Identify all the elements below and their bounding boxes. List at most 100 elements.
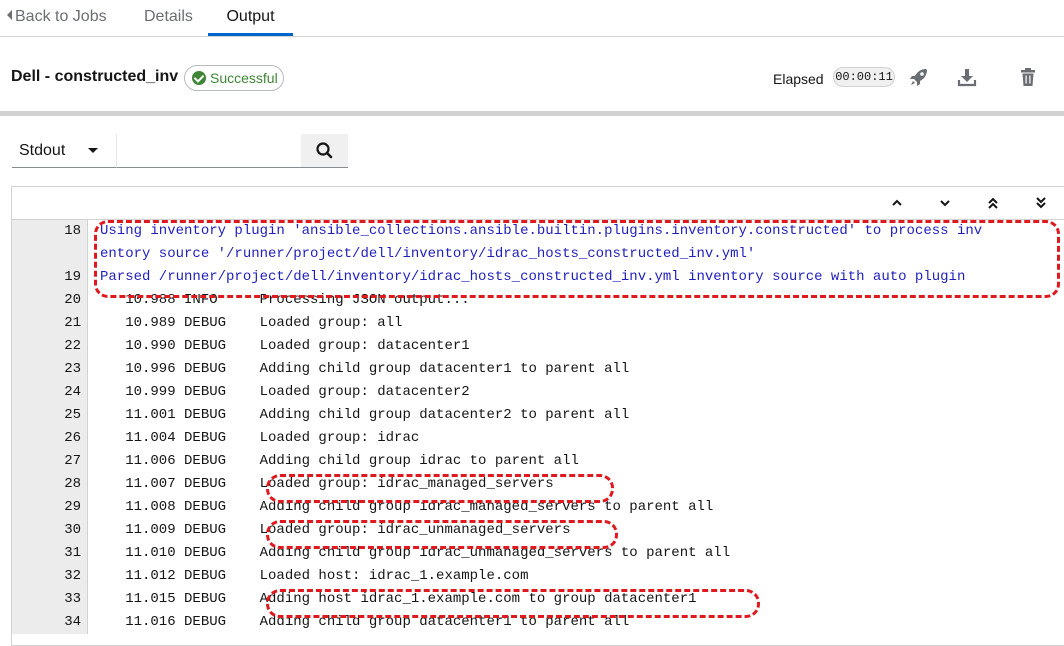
caret-left-icon <box>7 10 12 20</box>
line-text: 10.990 DEBUG Loaded group: datacenter1 <box>100 338 470 354</box>
line-gutter <box>12 243 88 266</box>
line-gutter: 22 <box>12 335 88 358</box>
status-label: Successful <box>210 70 278 86</box>
back-to-jobs-label: Back to Jobs <box>15 8 107 25</box>
line-gutter: 24 <box>12 381 88 404</box>
line-gutter: 31 <box>12 542 88 565</box>
line-number: 24 <box>64 384 81 400</box>
output-line: 28 11.007 DEBUG Loaded group: idrac_mana… <box>12 473 1064 496</box>
line-gutter: 20 <box>12 289 88 312</box>
line-number: 26 <box>64 430 81 446</box>
output-line: 18 Using inventory plugin 'ansible_collec… <box>12 220 1064 243</box>
line-gutter: 29 <box>12 496 88 519</box>
line-text: 11.001 DEBUG Adding child group datacent… <box>100 407 630 423</box>
output-line: entory source '/runner/project/dell/inve… <box>12 243 1064 266</box>
line-number: 18 <box>64 223 81 239</box>
line-gutter: 23 <box>12 358 88 381</box>
line-gutter: 33 <box>12 588 88 611</box>
line-gutter: 21 <box>12 312 88 335</box>
double-caret-up-icon[interactable] <box>982 193 1004 213</box>
output-line: 22 10.990 DEBUG Loaded group: datacenter… <box>12 335 1064 358</box>
caret-up-icon[interactable] <box>886 193 908 213</box>
line-number: 32 <box>64 568 81 584</box>
line-number: 25 <box>64 407 81 423</box>
line-gutter: 18 <box>12 220 88 243</box>
line-gutter: 26 <box>12 427 88 450</box>
output-line: 20 10.988 INFO Processing JSON output... <box>12 289 1064 312</box>
line-text: 11.006 DEBUG Adding child group idrac to… <box>100 453 579 469</box>
search-icon <box>316 142 333 159</box>
output-line: 24 10.999 DEBUG Loaded group: datacenter… <box>12 381 1064 404</box>
line-number: 20 <box>64 292 81 308</box>
line-text: Using inventory plugin 'ansible_collecti… <box>100 223 983 239</box>
tab-details[interactable]: Details <box>144 0 193 35</box>
chevron-down-icon <box>88 148 98 153</box>
output-line: 21 10.989 DEBUG Loaded group: all <box>12 312 1064 335</box>
line-gutter: 34 <box>12 611 88 634</box>
line-text: 11.009 DEBUG Loaded group: idrac_unmanag… <box>100 522 571 538</box>
line-gutter: 32 <box>12 565 88 588</box>
line-text: 11.010 DEBUG Adding child group idrac_un… <box>100 545 731 561</box>
output-line: 32 11.012 DEBUG Loaded host: idrac_1.exa… <box>12 565 1064 588</box>
line-text: Parsed /runner/project/dell/inventory/id… <box>100 269 966 285</box>
output-navigation <box>12 187 1064 220</box>
line-number: 22 <box>64 338 81 354</box>
job-output-panel: 18 Using inventory plugin 'ansible_collec… <box>11 186 1064 646</box>
line-gutter: 28 <box>12 473 88 496</box>
line-text: 11.012 DEBUG Loaded host: idrac_1.exampl… <box>100 568 529 584</box>
line-text: 10.996 DEBUG Adding child group datacent… <box>100 361 630 377</box>
line-number: 34 <box>64 614 81 630</box>
double-caret-down-icon[interactable] <box>1030 193 1052 213</box>
caret-down-icon[interactable] <box>934 193 956 213</box>
line-text: 10.999 DEBUG Loaded group: datacenter2 <box>100 384 470 400</box>
line-gutter: 27 <box>12 450 88 473</box>
output-line: 23 10.996 DEBUG Adding child group datac… <box>12 358 1064 381</box>
line-number: 19 <box>64 269 81 285</box>
line-text: 11.016 DEBUG Adding child group datacent… <box>100 614 630 630</box>
output-line: 19 Parsed /runner/project/dell/inventory/… <box>12 266 1064 289</box>
output-line: 27 11.006 DEBUG Adding child group idrac… <box>12 450 1064 473</box>
line-text: 11.007 DEBUG Loaded group: idrac_managed… <box>100 476 554 492</box>
header-divider <box>0 111 1064 116</box>
line-number: 27 <box>64 453 81 469</box>
line-number: 29 <box>64 499 81 515</box>
elapsed-value: 00:00:11 <box>833 67 895 87</box>
search-button[interactable] <box>301 134 348 168</box>
trash-icon[interactable] <box>1017 66 1039 88</box>
rocket-icon[interactable] <box>908 66 930 88</box>
tab-bar: Back to Jobs Details Output <box>0 0 1064 37</box>
line-text: 11.008 DEBUG Adding child group idrac_ma… <box>100 499 714 515</box>
output-line: 29 11.008 DEBUG Adding child group idrac… <box>12 496 1064 519</box>
status-badge: Successful <box>184 65 284 91</box>
line-gutter: 19 <box>12 266 88 289</box>
line-number: 30 <box>64 522 81 538</box>
line-gutter: 30 <box>12 519 88 542</box>
output-type-select[interactable]: Stdout <box>12 134 116 168</box>
output-line: 26 11.004 DEBUG Loaded group: idrac <box>12 427 1064 450</box>
line-text: entory source '/runner/project/dell/inve… <box>100 246 756 262</box>
output-line: 25 11.001 DEBUG Adding child group datac… <box>12 404 1064 427</box>
line-number: 31 <box>64 545 81 561</box>
job-title: Dell - constructed_inv <box>11 68 179 85</box>
output-lines: 18 Using inventory plugin 'ansible_collec… <box>12 220 1064 634</box>
back-to-jobs-link[interactable]: Back to Jobs <box>7 0 107 35</box>
line-number: 21 <box>64 315 81 331</box>
check-circle-icon <box>192 71 206 85</box>
line-gutter: 25 <box>12 404 88 427</box>
output-line: 34 11.016 DEBUG Adding child group datac… <box>12 611 1064 634</box>
line-text: 11.004 DEBUG Loaded group: idrac <box>100 430 420 446</box>
output-type-value: Stdout <box>19 142 66 159</box>
line-text: 10.989 DEBUG Loaded group: all <box>100 315 403 331</box>
line-text: 11.015 DEBUG Adding host idrac_1.example… <box>100 591 697 607</box>
output-line: 30 11.009 DEBUG Loaded group: idrac_unma… <box>12 519 1064 542</box>
tab-output[interactable]: Output <box>208 0 293 36</box>
line-number: 33 <box>64 591 81 607</box>
line-number: 28 <box>64 476 81 492</box>
output-line: 33 11.015 DEBUG Adding host idrac_1.exam… <box>12 588 1064 611</box>
search-input[interactable] <box>116 134 301 168</box>
line-text: 10.988 INFO Processing JSON output... <box>100 292 470 308</box>
elapsed-label: Elapsed <box>773 71 824 87</box>
line-number: 23 <box>64 361 81 377</box>
output-line: 31 11.010 DEBUG Adding child group idrac… <box>12 542 1064 565</box>
download-icon[interactable] <box>956 66 978 88</box>
